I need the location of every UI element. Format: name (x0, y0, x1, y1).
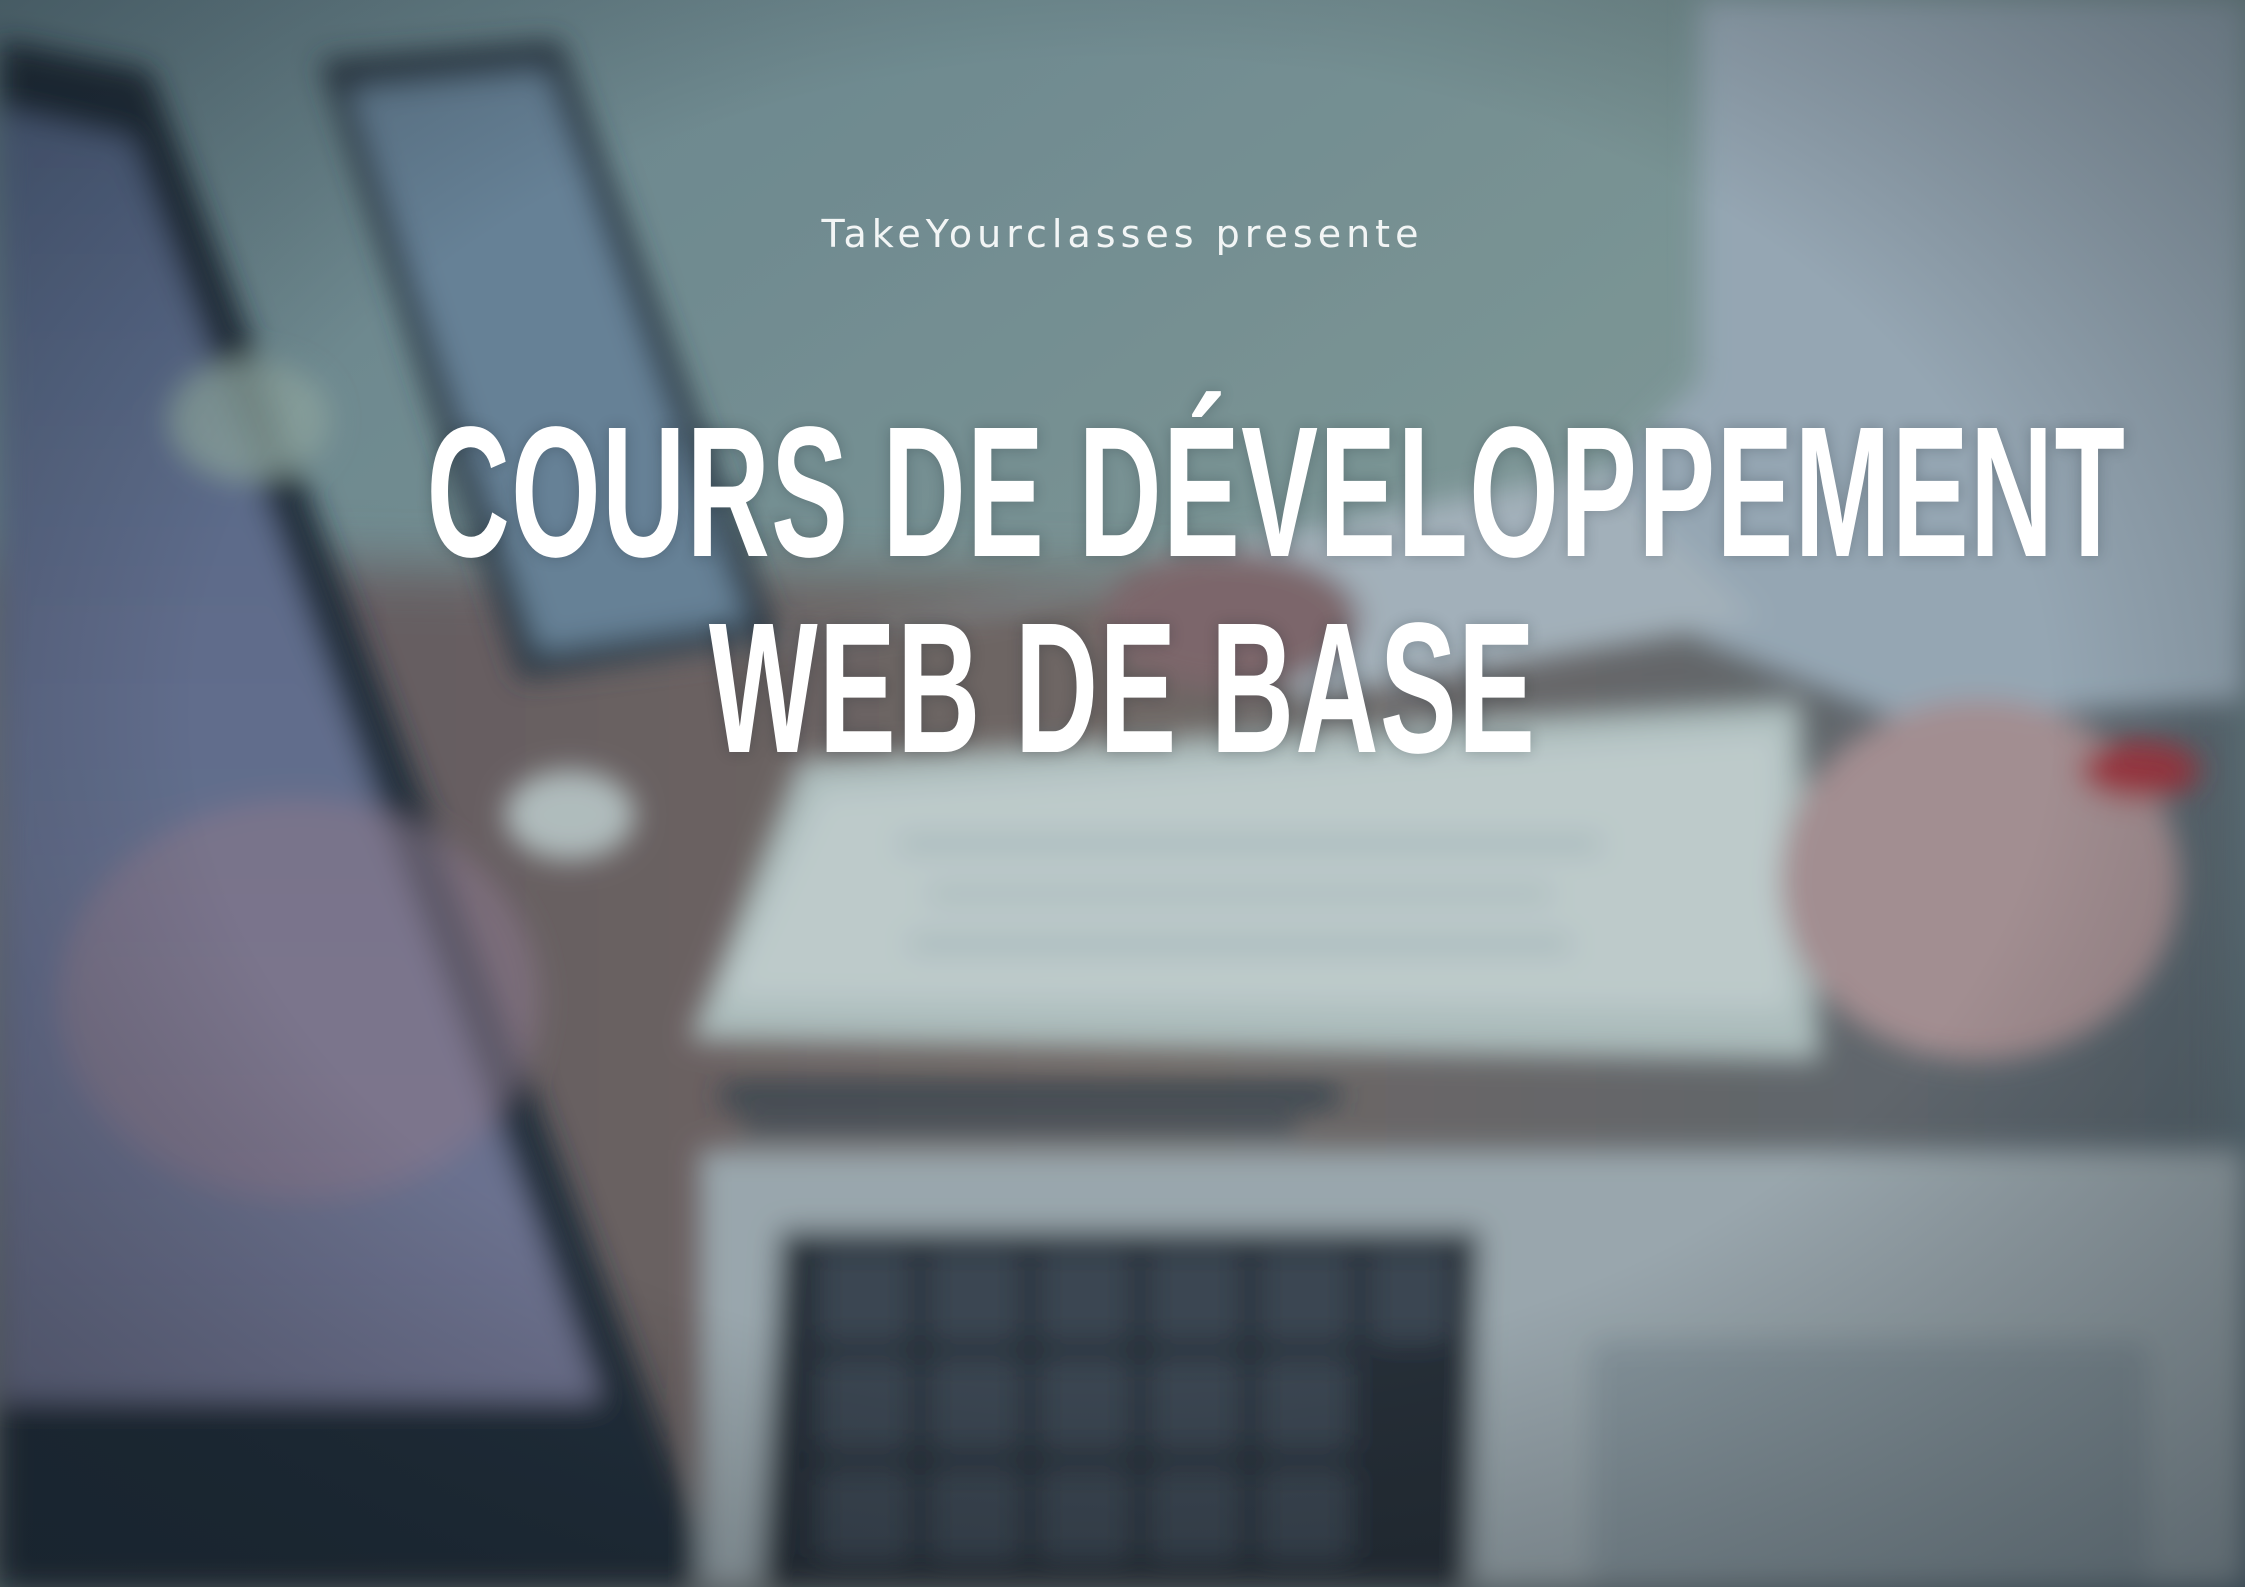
course-cover: TakeYourclasses presente Cours de dévelo… (0, 0, 2245, 1587)
course-title-line-1: Cours de développement (426, 389, 2127, 596)
course-title-line-2: web de base (708, 585, 1537, 792)
course-title: Cours de développement web de base (426, 389, 2127, 792)
presenter-line: TakeYourclasses presente (821, 212, 1424, 256)
